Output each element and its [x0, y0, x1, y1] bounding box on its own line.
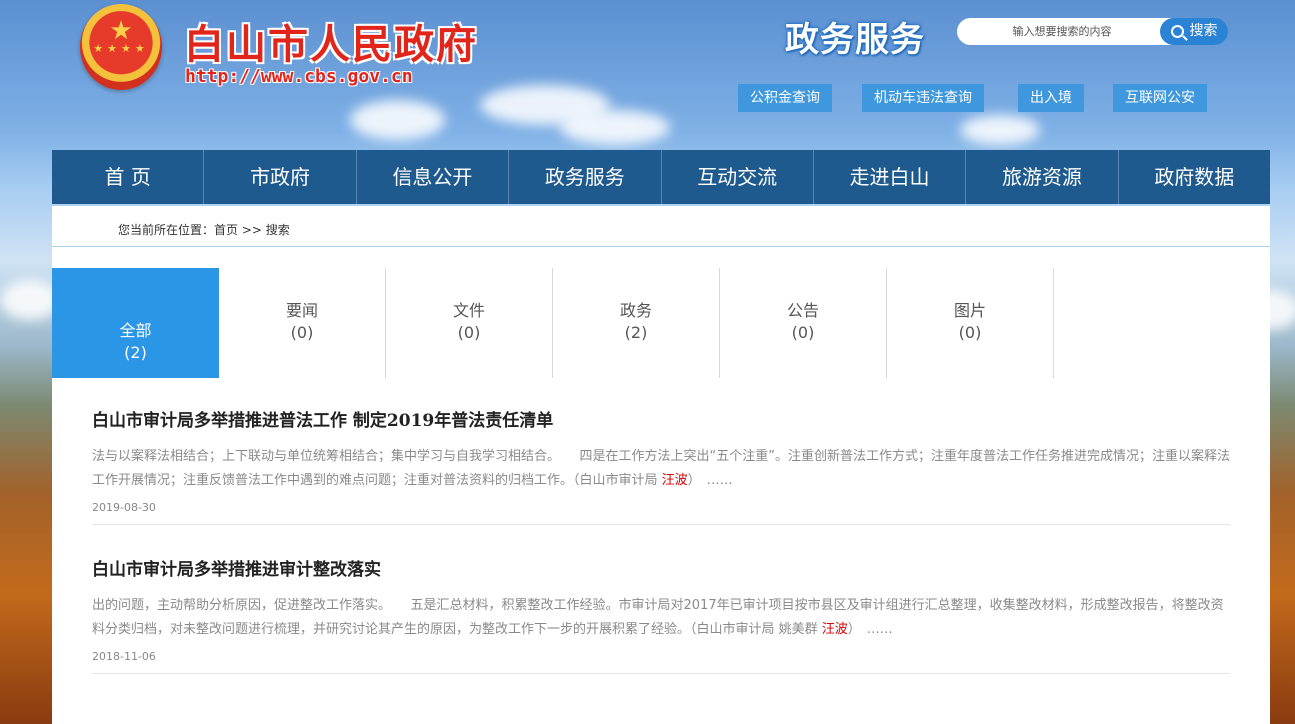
list-item: 白山市审计局多举措推进普法工作 制定2019年普法责任清单 法与以案释法相结合；…	[92, 410, 1230, 525]
snippet-highlight: 汪波	[661, 473, 688, 488]
snippet-text: 出的问题，主动帮助分析原因，促进整改工作落实。 五是汇总材料，积累整改工作经验。…	[92, 598, 1224, 637]
cloud-decoration	[350, 100, 445, 140]
section-title: 政务服务	[785, 20, 925, 60]
search-button[interactable]: 搜索	[1160, 18, 1228, 45]
tab-documents[interactable]: 文件 (0)	[386, 268, 553, 378]
result-snippet: 法与以案释法相结合；上下联动与单位统筹相结合；集中学习与自我学习相结合。 四是在…	[92, 445, 1230, 493]
search-button-label: 搜索	[1189, 23, 1218, 39]
quick-link-exit-entry[interactable]: 出入境	[1018, 84, 1084, 112]
result-date: 2019-08-30	[92, 501, 156, 514]
tab-label: 要闻	[285, 301, 318, 320]
search-input[interactable]	[967, 21, 1157, 41]
tab-label: 图片	[953, 301, 986, 320]
nav-item-home[interactable]: 首 页	[52, 150, 205, 204]
tab-images[interactable]: 图片 (0)	[887, 268, 1054, 378]
nav-item-tourism[interactable]: 旅游资源	[966, 150, 1119, 204]
site-url: http://www.cbs.gov.cn	[185, 66, 413, 87]
star-icon: ★	[109, 16, 133, 46]
search-icon	[1170, 25, 1184, 38]
tab-count: (2)	[124, 343, 147, 362]
breadcrumb-separator: >>	[238, 223, 266, 237]
search-results-panel: 您当前所在位置：首页 >> 搜索 全部 (2) 要闻 (0) 文件 (0) 政务…	[52, 206, 1270, 724]
list-item: 白山市审计局多举措推进审计整改落实 出的问题，主动帮助分析原因，促进整改工作落实…	[92, 559, 1230, 674]
quick-link-housing-fund[interactable]: 公积金查询	[738, 84, 832, 112]
results-list: 白山市审计局多举措推进普法工作 制定2019年普法责任清单 法与以案释法相结合；…	[92, 410, 1230, 674]
quick-link-vehicle-violation[interactable]: 机动车违法查询	[862, 84, 984, 112]
tab-count: (0)	[958, 323, 982, 342]
tab-label: 全部	[119, 321, 152, 340]
breadcrumb-prefix: 您当前所在位置：	[118, 223, 215, 237]
nav-item-about-baishan[interactable]: 走进白山	[814, 150, 967, 204]
tab-label: 公告	[786, 301, 819, 320]
site-title[interactable]: 白山市人民政府	[184, 12, 478, 70]
main-nav: 首 页 市政府 信息公开 政务服务 互动交流 走进白山 旅游资源 政府数据	[52, 150, 1270, 204]
tab-label: 政务	[619, 301, 652, 320]
cloud-decoration	[960, 115, 1040, 145]
breadcrumb-current: 搜索	[265, 223, 290, 237]
breadcrumb-home-link[interactable]: 首页	[214, 223, 238, 237]
tab-all[interactable]: 全部 (2)	[52, 268, 219, 378]
nav-item-government-data[interactable]: 政府数据	[1119, 150, 1270, 204]
tab-count: (0)	[457, 323, 481, 342]
breadcrumb: 您当前所在位置：首页 >> 搜索	[118, 221, 290, 238]
tab-count: (0)	[791, 323, 815, 342]
snippet-text: ）	[687, 473, 701, 488]
snippet-ellipsis: ……	[706, 473, 733, 488]
cloud-decoration	[560, 110, 670, 145]
nav-item-interaction[interactable]: 互动交流	[662, 150, 814, 204]
national-emblem-icon: ★ ★★★★	[80, 4, 162, 90]
quick-link-internet-police[interactable]: 互联网公安	[1113, 84, 1207, 112]
snippet-text: ）	[847, 622, 861, 637]
tab-news[interactable]: 要闻 (0)	[219, 268, 386, 378]
category-tabs: 全部 (2) 要闻 (0) 文件 (0) 政务 (2) 公告 (0) 图片 (0…	[52, 268, 1055, 378]
tab-count: (2)	[624, 323, 648, 342]
snippet-ellipsis: ……	[866, 622, 893, 637]
nav-item-information-disclosure[interactable]: 信息公开	[357, 150, 510, 204]
small-stars-icon: ★★★★	[93, 42, 149, 55]
snippet-highlight: 汪波	[821, 622, 848, 637]
result-title-link[interactable]: 白山市审计局多举措推进普法工作 制定2019年普法责任清单	[92, 410, 1230, 432]
tab-count: (0)	[290, 323, 314, 342]
result-snippet: 出的问题，主动帮助分析原因，促进整改工作落实。 五是汇总材料，积累整改工作经验。…	[92, 594, 1230, 642]
result-date: 2018-11-06	[92, 650, 156, 663]
nav-item-city-government[interactable]: 市政府	[204, 150, 357, 204]
nav-item-government-services[interactable]: 政务服务	[509, 150, 662, 204]
tab-label: 文件	[452, 301, 485, 320]
result-title-link[interactable]: 白山市审计局多举措推进审计整改落实	[92, 559, 1230, 581]
tab-government-affairs[interactable]: 政务 (2)	[553, 268, 720, 378]
tab-announcements[interactable]: 公告 (0)	[720, 268, 887, 378]
divider	[52, 246, 1270, 247]
cloud-decoration	[0, 280, 60, 320]
